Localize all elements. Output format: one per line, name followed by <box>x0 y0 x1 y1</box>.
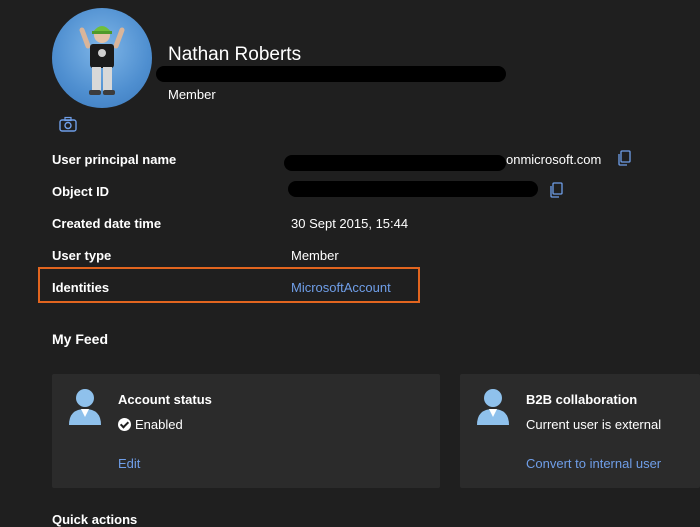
edit-account-status-link[interactable]: Edit <box>118 456 140 471</box>
b2b-collaboration-card: B2B collaboration Current user is extern… <box>460 374 700 488</box>
object-id-label: Object ID <box>52 184 110 199</box>
camera-icon[interactable] <box>59 116 77 132</box>
account-status-text: Enabled <box>135 417 183 432</box>
account-status-card: Account status Enabled Edit <box>52 374 440 488</box>
user-display-name: Nathan Roberts <box>168 44 302 65</box>
copy-upn-icon[interactable] <box>617 150 631 166</box>
created-label: Created date time <box>52 216 162 231</box>
upn-label: User principal name <box>52 152 177 167</box>
user-icon <box>476 387 510 427</box>
b2b-text: Current user is external <box>526 417 662 432</box>
upn-value-suffix: onmicrosoft.com <box>506 152 602 167</box>
identities-link[interactable]: MicrosoftAccount <box>291 280 391 295</box>
user-icon <box>68 387 102 427</box>
avatar <box>52 8 152 108</box>
user-role: Member <box>168 87 216 102</box>
copy-object-id-icon[interactable] <box>549 182 563 198</box>
user-type-value: Member <box>291 248 339 263</box>
checkmark-icon <box>118 418 131 431</box>
my-feed-heading: My Feed <box>52 331 109 347</box>
convert-to-internal-user-link[interactable]: Convert to internal user <box>526 456 661 471</box>
account-status-value: Enabled <box>118 417 183 432</box>
redacted-object-id <box>288 181 538 197</box>
avatar-figure-icon <box>79 26 125 95</box>
b2b-title: B2B collaboration <box>526 392 638 407</box>
redacted-upn <box>284 155 506 171</box>
redacted-text <box>156 66 506 82</box>
account-status-title: Account status <box>118 392 212 407</box>
identities-label: Identities <box>52 280 110 295</box>
user-type-label: User type <box>52 248 112 263</box>
created-value: 30 Sept 2015, 15:44 <box>291 216 409 231</box>
